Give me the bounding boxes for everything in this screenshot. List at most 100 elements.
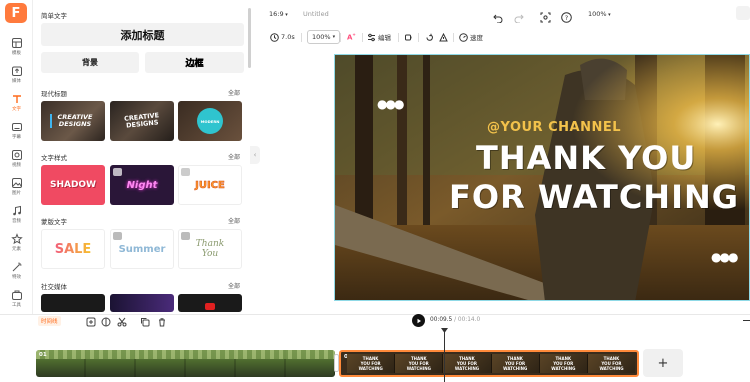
playhead[interactable] [444, 330, 445, 382]
chevron-down-icon: ▾ [332, 34, 336, 40]
volume-button[interactable] [404, 30, 413, 44]
aspect-ratio-select[interactable]: 16:9 ▾ [269, 10, 288, 18]
document-title[interactable]: Untitled [303, 10, 329, 18]
rail-item-media[interactable]: 媒体 [0, 65, 33, 93]
headline-line-2[interactable]: FOR WATCHING [449, 178, 739, 216]
social-card-2[interactable] [110, 294, 174, 312]
rail-item-template[interactable]: 模板 [0, 37, 33, 65]
scale-value: 100% [312, 33, 331, 41]
upload-icon [11, 66, 22, 76]
template-icon [11, 38, 22, 48]
rail-item-audio[interactable]: 音频 [0, 205, 33, 233]
mask-see-all-link[interactable]: 全部 [228, 216, 240, 225]
thumb-text: THANK YOU FOR WATCHING [503, 356, 528, 371]
screenshot-icon[interactable] [540, 8, 551, 27]
text-style-card-shadow[interactable]: SHADOW [41, 165, 105, 205]
play-button[interactable] [412, 314, 425, 327]
card-text: Thank You [195, 239, 225, 259]
undo-icon[interactable] [493, 8, 503, 27]
rail-item-effects[interactable]: 特效 [0, 261, 33, 289]
collapse-panel-button[interactable]: ‹ [250, 146, 260, 164]
thumb: THANK YOU FOR WATCHING [539, 354, 588, 373]
effects-icon [12, 262, 21, 272]
headline-line-1[interactable]: THANK YOU [476, 139, 696, 177]
card-text: SHADOW [49, 180, 97, 190]
export-button[interactable] [736, 6, 750, 20]
add-track-icon[interactable] [86, 317, 96, 327]
social-card-3[interactable] [178, 294, 242, 312]
mask-card-sale[interactable]: SALE [41, 229, 105, 269]
card-text: Summer [118, 243, 166, 255]
red-badge [205, 302, 215, 310]
social-card-1[interactable] [41, 294, 105, 312]
add-background-text-button[interactable]: 背景 [41, 52, 139, 73]
duplicate-icon[interactable] [140, 317, 150, 327]
rail-item-elements[interactable]: 元素 [0, 233, 33, 261]
thumb: THANK YOU FOR WATCHING [587, 354, 636, 373]
overlay-dots-left: ●●● [377, 97, 404, 111]
video-preview[interactable]: ●●● ●●● @YOUR CHANNEL THANK YOU FOR WATC… [334, 54, 750, 301]
timeline-zoom-dash[interactable] [743, 320, 750, 321]
clip-1[interactable]: 01 [36, 350, 335, 377]
modern-title-card-1[interactable]: CREATIVE DESIGNS [41, 101, 105, 141]
overlay-dots-right: ●●● [711, 250, 738, 264]
subtitle-icon [11, 123, 22, 131]
flip-icon [439, 32, 448, 41]
rail-item-tools[interactable]: 工具 [0, 289, 33, 317]
split-icon[interactable] [101, 317, 111, 327]
thumb-text: THANK YOU FOR WATCHING [599, 356, 624, 371]
modern-see-all-link[interactable]: 全部 [228, 88, 240, 97]
crown-badge [181, 232, 190, 240]
redo-icon[interactable] [514, 8, 524, 27]
video-icon [11, 150, 22, 160]
rail-item-subtitle[interactable]: 字幕 [0, 121, 33, 149]
crown-badge [113, 232, 122, 240]
sliders-icon [368, 33, 375, 41]
zoom-select[interactable]: 100% ▾ [588, 10, 611, 18]
divider [418, 33, 419, 42]
add-clip-button[interactable]: + [643, 349, 683, 377]
duration-control[interactable]: 7.0s [270, 30, 295, 44]
panel-scrollbar[interactable] [248, 8, 251, 68]
modern-title-card-3[interactable]: MODERN [178, 101, 242, 141]
rail-item-image[interactable]: 图片 [0, 177, 33, 205]
thumb-text: THANK YOU FOR WATCHING [406, 356, 431, 371]
treeline [36, 350, 335, 359]
rotate-icon [426, 33, 433, 41]
modern-title-card-2[interactable]: CREATIVE DESIGNS [110, 101, 174, 141]
app-logo[interactable]: F [5, 3, 27, 23]
tools-icon [11, 290, 22, 300]
help-icon[interactable]: ? [561, 8, 572, 27]
timeline-mode-tag[interactable]: 时间线 [38, 316, 61, 326]
thumb: THANK YOU FOR WATCHING [443, 354, 492, 373]
add-border-text-button[interactable]: 边框 [145, 52, 244, 73]
social-see-all-link[interactable]: 全部 [228, 281, 240, 290]
divider [340, 33, 341, 42]
rail-item-video[interactable]: 视频 [0, 149, 33, 177]
zoom-value: 100% [588, 10, 607, 18]
edit-button[interactable]: 编辑 [367, 30, 391, 44]
clock-icon [270, 32, 279, 42]
text-style-see-all-link[interactable]: 全部 [228, 152, 240, 161]
top-bar [262, 0, 750, 27]
thumb: THANK YOU FOR WATCHING [395, 354, 444, 373]
clip-2[interactable]: 02 THANK YOU FOR WATCHING THANK YOU FOR … [339, 350, 639, 377]
thumb-text: THANK YOU FOR WATCHING [454, 356, 480, 371]
flip-button[interactable] [439, 30, 448, 44]
elements-icon [10, 233, 23, 245]
clip-2-thumbs: THANK YOU FOR WATCHING THANK YOU FOR WAT… [347, 354, 636, 373]
rail-label: 图片 [12, 191, 21, 196]
scale-select[interactable]: 100% ▾ [307, 30, 341, 44]
speed-button[interactable]: 速度 [459, 30, 483, 44]
rail-label: 音频 [12, 219, 21, 224]
trash-icon[interactable] [157, 317, 167, 327]
ai-text-button[interactable]: A+ [347, 30, 356, 44]
scissors-icon[interactable] [117, 317, 127, 327]
card-text: SALE [54, 241, 92, 257]
round-badge: MODERN [197, 108, 223, 134]
rotate-button[interactable] [425, 30, 434, 44]
add-title-button[interactable]: 添加标题 [41, 23, 244, 46]
edit-label: 编辑 [378, 34, 391, 42]
channel-text[interactable]: @YOUR CHANNEL [487, 120, 621, 135]
rail-item-text[interactable]: 文字 [0, 93, 33, 121]
